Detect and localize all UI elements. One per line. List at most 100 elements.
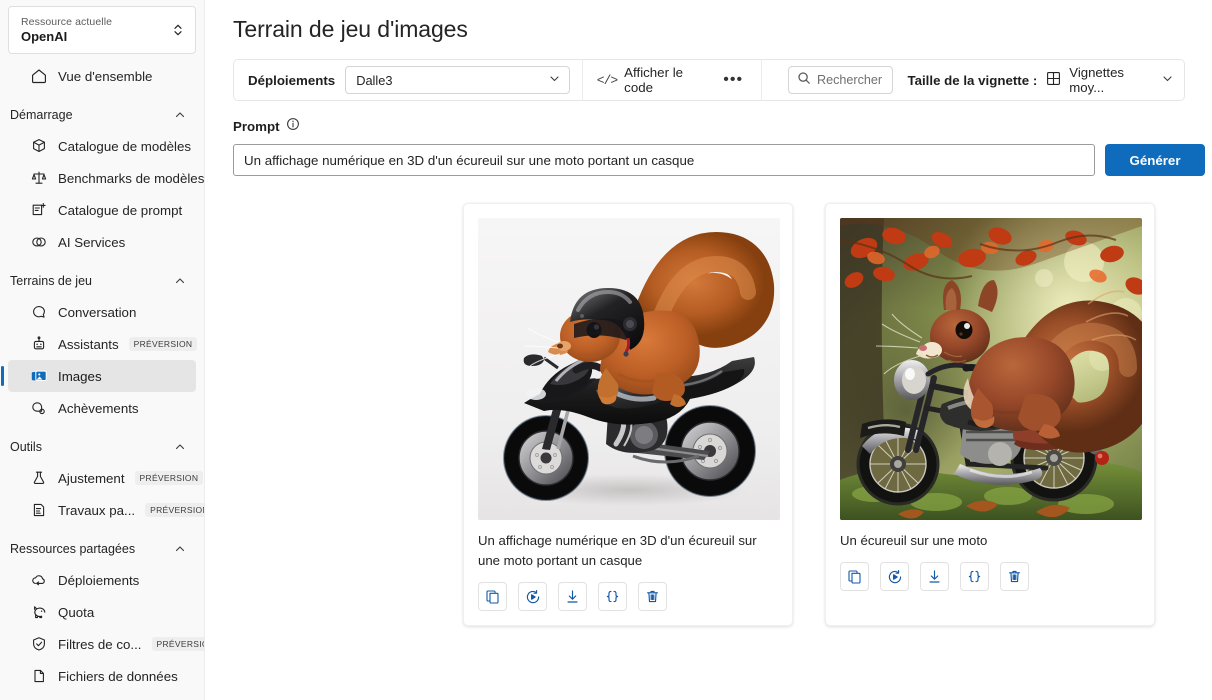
chevron-up-icon — [174, 543, 186, 555]
sidebar: Ressource actuelle OpenAI Vue d'ensemble — [0, 0, 205, 700]
preview-badge: PRÉVERSION — [134, 471, 204, 485]
sidebar-item-assistants-label: Assistants — [58, 336, 119, 352]
grid-icon — [1046, 71, 1061, 89]
batch-jobs-icon — [30, 501, 48, 519]
sidebar-item-content-filters-label: Filtres de co... — [58, 636, 142, 652]
resource-picker-label: Ressource actuelle — [21, 15, 113, 28]
prompt-row: Un affichage numérique en 3D d'un écureu… — [233, 144, 1212, 176]
chevron-up-down-icon — [171, 22, 185, 38]
toolbar-divider-1 — [581, 59, 583, 101]
info-circle-icon[interactable] — [286, 117, 300, 136]
chat-bubble-icon — [30, 303, 48, 321]
chevron-up-icon — [174, 441, 186, 453]
sidebar-item-batch-jobs[interactable]: Travaux pa... PRÉVERSION — [8, 494, 204, 526]
image-card: Un affichage numérique en 3D d'un écureu… — [463, 203, 793, 626]
sidebar-group-terrains-de-jeu[interactable]: Terrains de jeu — [0, 266, 204, 296]
chevron-down-icon — [1161, 72, 1174, 88]
sidebar-item-conversation[interactable]: Conversation — [8, 296, 196, 328]
image-gallery: Un affichage numérique en 3D d'un écureu… — [463, 203, 1212, 626]
sidebar-item-conversation-label: Conversation — [58, 304, 137, 320]
generate-button[interactable]: Générer — [1105, 144, 1205, 176]
copy-icon[interactable] — [478, 582, 507, 611]
sidebar-item-completions[interactable]: Achèvements — [8, 392, 196, 424]
deployment-select-value: Dalle3 — [356, 72, 393, 88]
search-placeholder: Rechercher — [817, 73, 883, 87]
search-icon — [797, 71, 811, 90]
sidebar-item-deployments-label: Déploiements — [58, 572, 140, 588]
sidebar-item-overview[interactable]: Vue d'ensemble — [8, 60, 196, 92]
search-input[interactable]: Rechercher — [788, 66, 894, 94]
generated-image[interactable] — [840, 218, 1142, 520]
sidebar-group-demarrage[interactable]: Démarrage — [0, 100, 204, 130]
sidebar-item-model-catalog[interactable]: Catalogue de modèles — [8, 130, 196, 162]
resource-picker[interactable]: Ressource actuelle OpenAI — [8, 6, 196, 54]
prompt-catalog-icon — [30, 201, 48, 219]
download-icon[interactable] — [920, 562, 949, 591]
assistant-robot-icon — [30, 335, 48, 353]
main-content: Terrain de jeu d'images Déploiements Dal… — [205, 0, 1212, 700]
sidebar-group-terrains-de-jeu-label: Terrains de jeu — [10, 274, 92, 288]
content-filters-shield-icon — [30, 635, 48, 653]
resource-text: Ressource actuelle OpenAI — [21, 16, 171, 45]
generated-image[interactable] — [478, 218, 780, 520]
sidebar-item-fine-tuning[interactable]: Ajustement PRÉVERSION — [8, 462, 204, 494]
regenerate-icon[interactable] — [880, 562, 909, 591]
sidebar-item-images-label: Images — [58, 368, 102, 384]
deployment-select[interactable]: Dalle3 — [345, 66, 570, 94]
copy-icon[interactable] — [840, 562, 869, 591]
fine-tuning-flask-icon — [30, 469, 48, 487]
view-code-button[interactable]: </> Afficher le code — [595, 61, 710, 99]
thumbnail-size-value: Vignettes moy... — [1069, 65, 1125, 95]
image-caption: Un écureuil sur une moto — [840, 533, 988, 548]
preview-badge: PRÉVERSION — [145, 503, 204, 517]
sidebar-item-model-catalog-label: Catalogue de modèles — [58, 138, 192, 154]
thumbnail-size-select[interactable]: Vignettes moy... — [1046, 65, 1174, 95]
completions-icon — [30, 399, 48, 417]
sidebar-group-ressources-partagees[interactable]: Ressources partagées — [0, 534, 204, 564]
download-icon[interactable] — [558, 582, 587, 611]
json-icon[interactable] — [598, 582, 627, 611]
sidebar-group-outils[interactable]: Outils — [0, 432, 204, 462]
image-actions — [478, 582, 778, 611]
sidebar-item-partial-cutoff[interactable] — [8, 692, 196, 700]
home-icon — [30, 67, 48, 85]
sidebar-group-outils-label: Outils — [10, 440, 42, 454]
image-card: Un écureuil sur une moto — [825, 203, 1155, 626]
json-icon[interactable] — [960, 562, 989, 591]
ellipsis-icon[interactable]: ••• — [719, 72, 747, 88]
sidebar-item-model-benchmarks[interactable]: Benchmarks de modèles — [8, 162, 204, 194]
sidebar-item-images[interactable]: Images — [1, 360, 196, 392]
chevron-down-icon — [548, 72, 561, 88]
delete-icon[interactable] — [638, 582, 667, 611]
thumbnail-size-label: Taille de la vignette : — [907, 72, 1038, 88]
toolbar-divider-2 — [761, 59, 763, 101]
sidebar-item-ai-services[interactable]: AI Services — [8, 226, 196, 258]
sidebar-item-data-files-label: Fichiers de données — [58, 668, 178, 684]
sidebar-item-content-filters[interactable]: Filtres de co... PRÉVERSION — [8, 628, 204, 660]
sidebar-item-prompt-catalog[interactable]: Catalogue de prompt — [8, 194, 196, 226]
sidebar-group-ressources-partagees-label: Ressources partagées — [10, 542, 136, 556]
sidebar-nav: Vue d'ensemble Démarrage Catalogue de mo… — [0, 58, 204, 700]
page-title: Terrain de jeu d'images — [233, 16, 468, 42]
sidebar-item-quota[interactable]: Quota — [8, 596, 196, 628]
prompt-label: Prompt — [233, 119, 280, 134]
quota-piggybank-icon — [30, 603, 48, 621]
toolbar: Déploiements Dalle3 </> Afficher le code… — [233, 59, 1185, 101]
data-files-icon — [30, 667, 48, 685]
sidebar-item-assistants[interactable]: Assistants PRÉVERSION — [8, 328, 198, 360]
chevron-up-icon — [174, 275, 186, 287]
resource-picker-value: OpenAI — [21, 28, 68, 44]
delete-icon[interactable] — [1000, 562, 1029, 591]
chevron-up-icon — [174, 109, 186, 121]
view-code-label: Afficher le code — [624, 65, 684, 95]
deployments-label: Déploiements — [248, 72, 336, 88]
image-caption: Un affichage numérique en 3D d'un écureu… — [478, 533, 757, 568]
ai-services-icon — [30, 233, 48, 251]
prompt-input[interactable]: Un affichage numérique en 3D d'un écureu… — [233, 144, 1095, 176]
preview-badge: PRÉVERSION — [151, 637, 204, 651]
sidebar-item-completions-label: Achèvements — [58, 400, 139, 416]
sidebar-item-deployments[interactable]: Déploiements — [8, 564, 196, 596]
regenerate-icon[interactable] — [518, 582, 547, 611]
sidebar-item-data-files[interactable]: Fichiers de données — [8, 660, 196, 692]
sidebar-item-fine-tuning-label: Ajustement — [58, 470, 125, 486]
